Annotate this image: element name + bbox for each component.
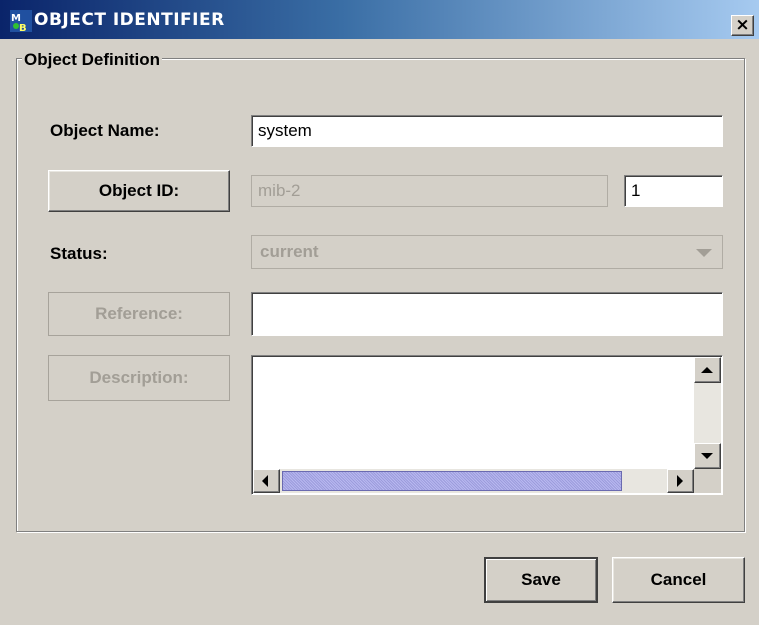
- svg-text:B: B: [19, 23, 27, 32]
- close-button[interactable]: ×: [731, 15, 754, 36]
- arrow-right-icon: [677, 475, 683, 487]
- window-title: OBJECT IDENTIFIER: [34, 10, 225, 30]
- object-identifier-dialog: M B OBJECT IDENTIFIER × Object Definitio…: [0, 0, 759, 625]
- scrollbar-corner: [694, 469, 721, 493]
- group-title: Object Definition: [22, 50, 162, 70]
- object-name-label: Object Name:: [50, 121, 160, 140]
- horizontal-scroll-thumb[interactable]: [282, 471, 622, 491]
- object-id-index-input[interactable]: 1: [624, 175, 723, 207]
- cancel-button[interactable]: Cancel: [612, 557, 745, 603]
- scroll-right-button[interactable]: [667, 469, 694, 493]
- status-label: Status:: [50, 244, 108, 263]
- title-bar: M B OBJECT IDENTIFIER ×: [0, 0, 759, 39]
- save-button[interactable]: Save: [484, 557, 598, 603]
- reference-input[interactable]: [251, 292, 723, 336]
- arrow-left-icon: [262, 475, 268, 487]
- arrow-down-icon: [701, 453, 713, 459]
- close-icon: ×: [735, 15, 750, 35]
- scroll-left-button[interactable]: [253, 469, 280, 493]
- object-name-input[interactable]: system: [251, 115, 723, 147]
- status-select: current: [251, 235, 723, 269]
- reference-button: Reference:: [48, 292, 230, 336]
- chevron-down-icon: [696, 249, 712, 257]
- scroll-down-button[interactable]: [694, 443, 721, 469]
- object-id-parent-field: mib-2: [251, 175, 608, 207]
- status-selected-value: current: [260, 242, 319, 261]
- app-icon: M B: [10, 10, 32, 32]
- description-button: Description:: [48, 355, 230, 401]
- arrow-up-icon: [701, 367, 713, 373]
- object-id-button[interactable]: Object ID:: [48, 170, 230, 212]
- scroll-up-button[interactable]: [694, 357, 721, 383]
